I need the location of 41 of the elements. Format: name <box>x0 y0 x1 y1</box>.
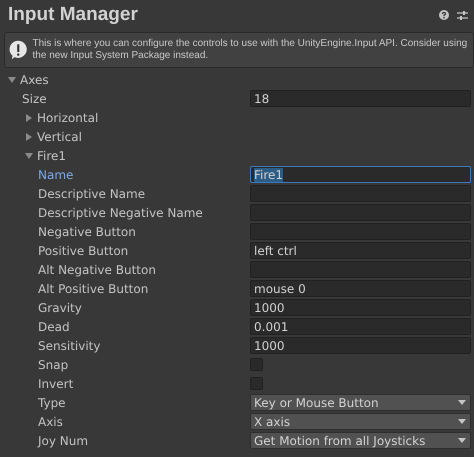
field-label: Type <box>38 396 67 410</box>
foldout-arrow-icon[interactable] <box>25 132 33 140</box>
foldout-arrow-icon[interactable] <box>8 76 16 84</box>
field-label: Invert <box>38 376 74 390</box>
foldout-arrow-icon[interactable] <box>25 152 33 160</box>
field-label: Joy Num <box>38 434 90 448</box>
dropdown[interactable]: Key or Mouse Button <box>250 394 471 411</box>
caret-icon <box>458 419 466 424</box>
settings-icon[interactable] <box>457 10 468 20</box>
field-label: Negative Button <box>38 224 137 238</box>
text-field[interactable]: 1000 <box>250 299 471 316</box>
field-label: Alt Negative Button <box>38 262 157 276</box>
foldout-label[interactable]: Fire1 <box>37 148 66 162</box>
field-label: Size <box>22 92 48 106</box>
window-title: Input Manager <box>8 4 138 26</box>
text-field[interactable]: 0.001 <box>250 318 471 335</box>
text-field[interactable]: left ctrl <box>250 242 471 259</box>
text-field[interactable]: 18 <box>250 90 471 107</box>
text-field[interactable]: Fire1 <box>250 166 471 183</box>
field-label: Descriptive Negative Name <box>38 206 204 220</box>
dropdown[interactable]: Get Motion from all Joysticks <box>250 432 471 449</box>
field-label: Descriptive Name <box>38 186 146 200</box>
text-field[interactable]: mouse 0 <box>250 280 471 297</box>
dropdown[interactable]: X axis <box>250 413 471 430</box>
field-label: Axis <box>38 414 64 428</box>
field-label: Sensitivity <box>38 338 102 352</box>
foldout-label[interactable]: Vertical <box>37 130 82 144</box>
field-label: Dead <box>38 320 71 334</box>
caret-icon <box>458 400 466 405</box>
foldout-arrow-icon[interactable] <box>25 114 33 122</box>
help-text: This is where you can configure the controls to use with the UnityEngine.Input API. Consider using the new Input System Package instead. <box>32 38 468 62</box>
field-label: Alt Positive Button <box>38 282 150 296</box>
caret-icon <box>458 438 466 443</box>
field-label: Positive Button <box>38 244 130 258</box>
help-icon[interactable] <box>439 10 449 20</box>
foldout-label[interactable]: Axes <box>20 72 49 86</box>
text-field[interactable]: 1000 <box>250 337 471 354</box>
foldout-label[interactable]: Horizontal <box>37 110 98 124</box>
field-label: Gravity <box>38 300 83 314</box>
field-label: Snap <box>38 358 70 372</box>
field-label: Name <box>38 168 74 182</box>
